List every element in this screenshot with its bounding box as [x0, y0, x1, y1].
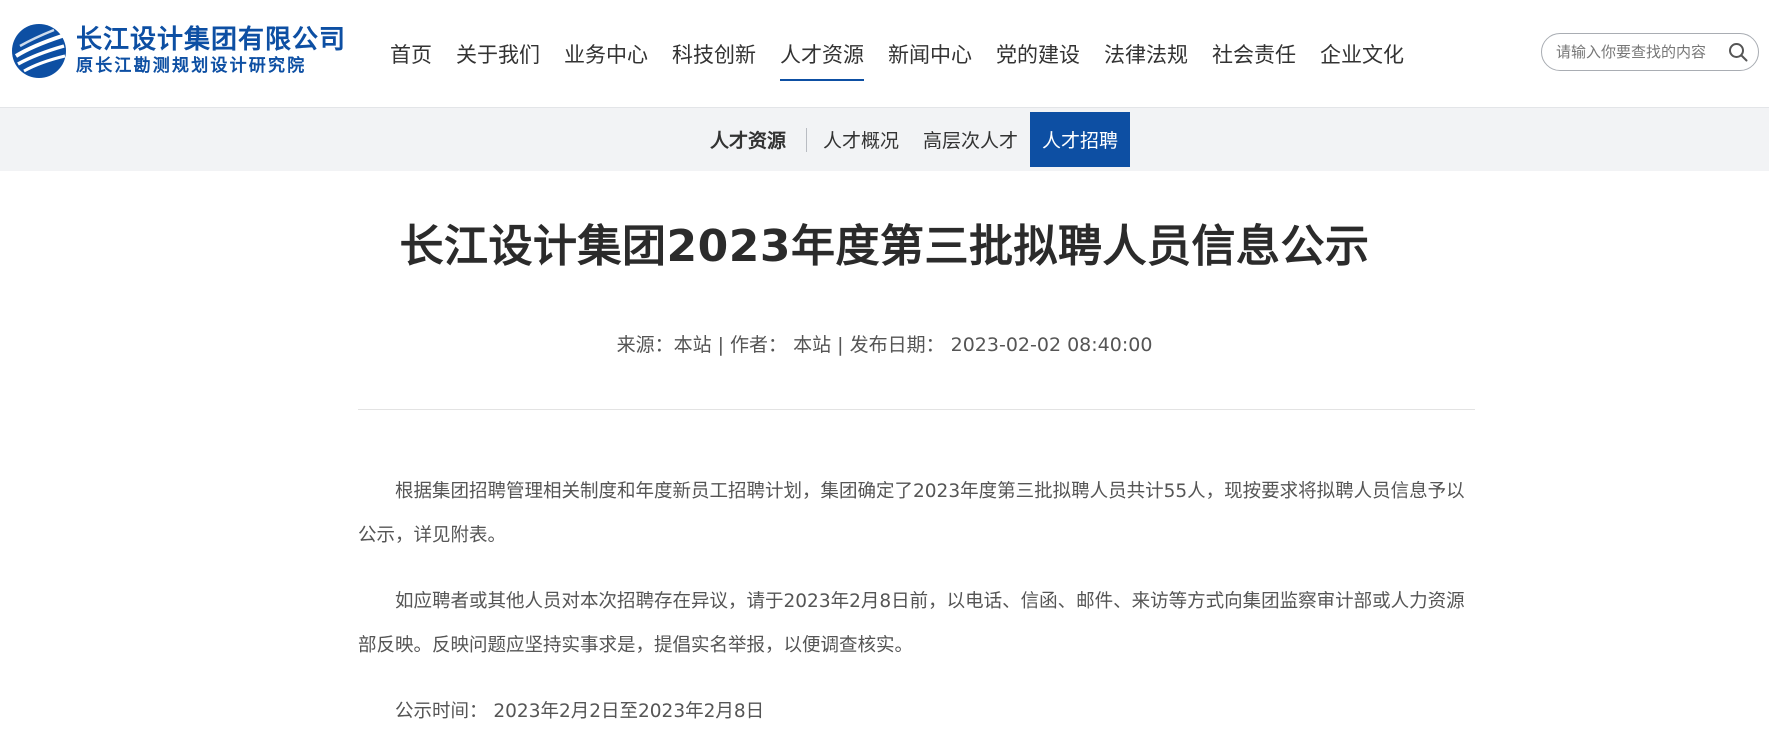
subnav-item-overview[interactable]: 人才概况: [811, 112, 911, 167]
article-divider: [358, 409, 1475, 410]
subnav-item-recruitment[interactable]: 人才招聘: [1030, 112, 1131, 167]
logo-subtitle: 原长江勘测规划设计研究院: [76, 56, 307, 76]
article-paragraph: 公示时间： 2023年2月2日至2023年2月8日: [395, 701, 765, 722]
subnav-divider: [806, 127, 808, 152]
nav-item-responsibility[interactable]: 社会责任: [1200, 0, 1308, 107]
sub-nav: 人才资源 人才概况 高层次人才 人才招聘: [0, 108, 1769, 171]
logo-company-name: 长江设计集团有限公司: [76, 25, 347, 55]
nav-item-news[interactable]: 新闻中心: [876, 0, 984, 107]
main-nav: 首页 关于我们 业务中心 科技创新 人才资源 新闻中心 党的建设 法律法规 社会…: [378, 0, 1416, 107]
site-logo[interactable]: 长江设计集团有限公司 原长江勘测规划设计研究院: [10, 22, 370, 80]
article-paragraph: 根据集团招聘管理相关制度和年度新员工招聘计划，集团确定了2023年度第三批拟聘人…: [358, 481, 1465, 546]
site-header: 长江设计集团有限公司 原长江勘测规划设计研究院 首页 关于我们 业务中心 科技创…: [0, 0, 1769, 108]
search-box: [1541, 33, 1759, 71]
article-content: 根据集团招聘管理相关制度和年度新员工招聘计划，集团确定了2023年度第三批拟聘人…: [358, 470, 1475, 756]
search-icon[interactable]: [1728, 42, 1748, 62]
logo-emblem-icon: [12, 24, 66, 78]
subnav-item-high-level[interactable]: 高层次人才: [911, 112, 1030, 167]
nav-item-culture[interactable]: 企业文化: [1308, 0, 1416, 107]
article-paragraph: 如应聘者或其他人员对本次招聘存在异议，请于2023年2月8日前，以电话、信函、邮…: [358, 591, 1465, 656]
nav-item-law[interactable]: 法律法规: [1092, 0, 1200, 107]
nav-item-business[interactable]: 业务中心: [552, 0, 660, 107]
nav-item-party[interactable]: 党的建设: [984, 0, 1092, 107]
article-title: 长江设计集团2023年度第三批拟聘人员信息公示: [399, 221, 1370, 272]
nav-item-talent[interactable]: 人才资源: [768, 0, 876, 107]
article-meta: 来源：本站 | 作者： 本站 | 发布日期： 2023-02-02 08:40:…: [616, 334, 1153, 356]
subnav-section-title: 人才资源: [710, 130, 787, 152]
search-input[interactable]: [1556, 43, 1726, 61]
nav-item-innovation[interactable]: 科技创新: [660, 0, 768, 107]
nav-item-about[interactable]: 关于我们: [444, 0, 552, 107]
nav-item-home[interactable]: 首页: [378, 0, 444, 107]
